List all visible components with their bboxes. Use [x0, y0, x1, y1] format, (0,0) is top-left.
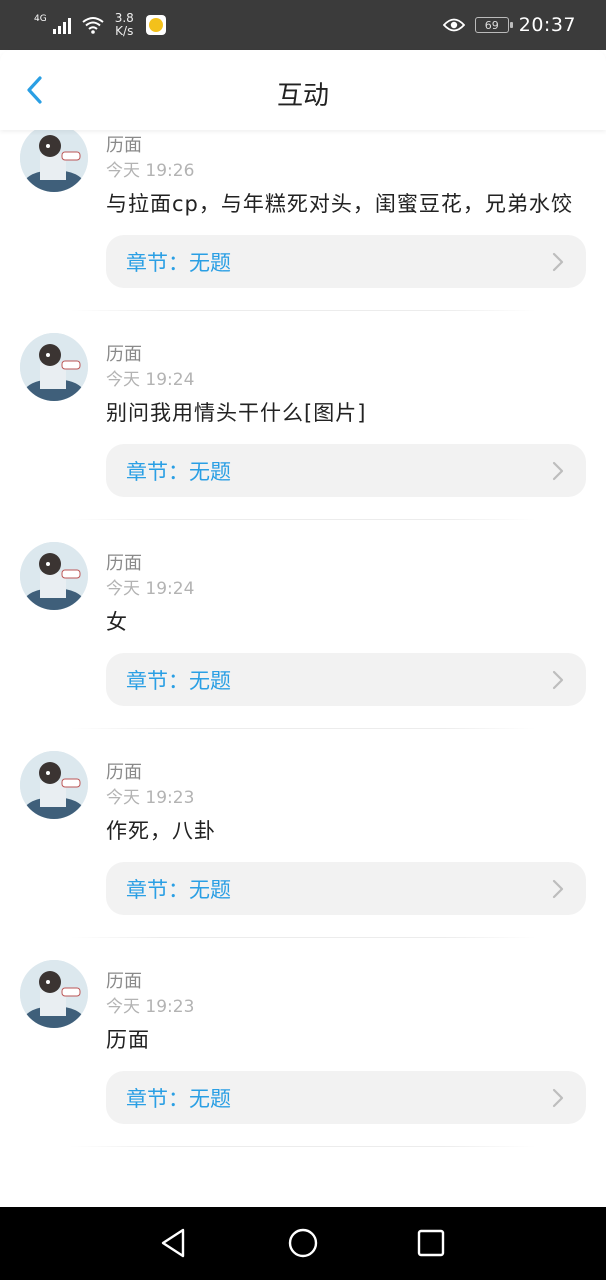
comment-item: 历面 今天 19:23 作死，八卦 章节：无题 [0, 729, 606, 915]
battery-level: 69 [484, 18, 499, 32]
comment-time: 今天 19:23 [106, 997, 195, 1017]
nav-back-button[interactable] [155, 1225, 191, 1261]
comment-item: 历面 今天 19:23 历面 章节：无题 [0, 938, 606, 1124]
comment-text: 历面 [106, 1028, 150, 1052]
battery-icon: 69 [474, 17, 513, 33]
comment-list[interactable]: 历面 今天 19:26 与拉面cp，与年糕死对头，闺蜜豆花，兄弟水饺 章节：无题… [0, 130, 606, 1207]
back-triangle-icon [161, 1228, 185, 1258]
comment-time: 今天 19:24 [106, 370, 195, 390]
comment-item: 历面 今天 19:26 与拉面cp，与年糕死对头，闺蜜豆花，兄弟水饺 章节：无题 [0, 130, 606, 288]
comment-item: 历面 今天 19:24 女 章节：无题 [0, 520, 606, 706]
comment-text: 与拉面cp，与年糕死对头，闺蜜豆花，兄弟水饺 [106, 192, 573, 216]
comment-text: 别问我用情头干什么[图片] [106, 401, 367, 425]
status-left: 4G 3.8 K/s [34, 10, 166, 40]
commenter-name: 历面 [106, 553, 142, 574]
avatar[interactable] [20, 542, 88, 610]
comment-text: 作死，八卦 [106, 819, 216, 843]
chapter-label: 章节：无题 [126, 1086, 231, 1111]
network-type: 4G [34, 14, 47, 24]
recents-square-icon [417, 1229, 445, 1257]
home-circle-icon [288, 1228, 318, 1258]
commenter-name: 历面 [106, 971, 142, 992]
clock: 20:37 [518, 14, 576, 36]
chevron-right-icon [552, 879, 564, 899]
divider [70, 1146, 536, 1147]
chapter-link[interactable]: 章节：无题 [106, 444, 586, 497]
avatar[interactable] [20, 130, 88, 192]
avatar[interactable] [20, 751, 88, 819]
commenter-name: 历面 [106, 344, 142, 365]
network-speed: 3.8 K/s [115, 12, 134, 38]
wifi-icon [82, 17, 104, 34]
system-nav-bar [0, 1207, 606, 1280]
avatar[interactable] [20, 960, 88, 1028]
chevron-right-icon [552, 461, 564, 481]
app-header: 互动 [0, 50, 606, 130]
comment-time: 今天 19:26 [106, 161, 195, 181]
commenter-name: 历面 [106, 135, 142, 156]
nav-recents-button[interactable] [413, 1225, 449, 1261]
chapter-link[interactable]: 章节：无题 [106, 862, 586, 915]
status-bar: 4G 3.8 K/s 69 20:37 [0, 0, 606, 50]
chevron-right-icon [552, 670, 564, 690]
app-notification-icon [145, 15, 166, 35]
chapter-label: 章节：无题 [126, 250, 231, 275]
comment-time: 今天 19:24 [106, 579, 195, 599]
avatar[interactable] [20, 333, 88, 401]
comment-text: 女 [106, 610, 128, 634]
commenter-name: 历面 [106, 762, 142, 783]
chapter-label: 章节：无题 [126, 459, 231, 484]
chapter-link[interactable]: 章节：无题 [106, 235, 586, 288]
signal-icon [52, 18, 71, 34]
chevron-right-icon [552, 252, 564, 272]
chapter-label: 章节：无题 [126, 877, 231, 902]
eye-icon [442, 18, 465, 32]
chapter-link[interactable]: 章节：无题 [106, 653, 586, 706]
page-title: 互动 [276, 81, 329, 111]
chapter-link[interactable]: 章节：无题 [106, 1071, 586, 1124]
status-right: 69 20:37 [442, 0, 576, 50]
chevron-right-icon [552, 1088, 564, 1108]
comment-item: 历面 今天 19:24 别问我用情头干什么[图片] 章节：无题 [0, 311, 606, 497]
nav-home-button[interactable] [285, 1225, 321, 1261]
comment-time: 今天 19:23 [106, 788, 195, 808]
speed-unit: K/s [115, 24, 134, 38]
chapter-label: 章节：无题 [126, 668, 231, 693]
